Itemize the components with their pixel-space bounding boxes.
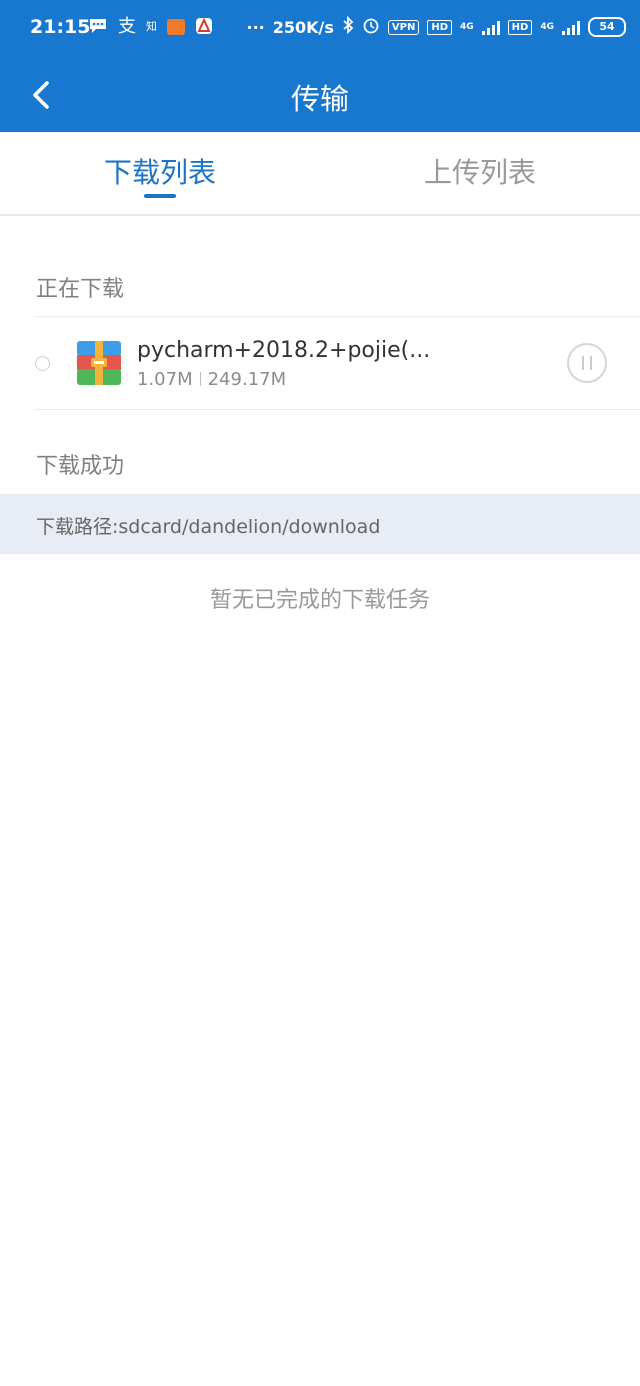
completed-section-title: 下载成功 [36,454,125,479]
vpn-badge: VPN [387,19,420,35]
alarm-icon [362,16,380,38]
empty-state-text: 暂无已完成的下载任务 [209,588,430,613]
tab-bar: 下载列表 上传列表 [0,132,640,216]
taobao-icon [167,19,185,35]
downloaded-size: 1.07M [137,369,193,390]
more-indicator: ··· [246,17,265,37]
signal-icon-1 [481,19,500,35]
tab-upload-list[interactable]: 上传列表 [320,132,640,214]
zhihu-icon: 知 [146,20,157,33]
download-item[interactable]: pycharm+2018.2+pojie(... 1.07M 249.17M [0,316,640,410]
download-path-label: 下载路径: [36,516,119,538]
total-size: 249.17M [207,369,287,390]
notification-icons: 支 知 [88,17,213,37]
status-right: ··· 250K/s VPN HD 4G HD 4G 54 [246,15,626,38]
file-size-info: 1.07M 249.17M [137,369,286,390]
archive-icon [77,341,121,385]
file-name: pycharm+2018.2+pojie(... [137,338,431,363]
bluetooth-icon [342,15,354,38]
download-path-value: sdcard/dandelion/download [118,516,381,538]
hd-badge-2: HD [507,19,533,35]
signal-icon-2 [562,19,580,35]
downloading-section-title: 正在下载 [36,277,125,302]
battery-icon: 54 [588,17,626,37]
alipay-icon: 支 [118,16,136,37]
download-path-bar: 下载路径:sdcard/dandelion/download [0,494,640,554]
network-type-1: 4G [460,22,474,32]
select-radio[interactable] [35,356,50,371]
divider [34,316,640,317]
app-bar: 传输 [0,58,640,132]
app-a-icon [195,17,213,37]
hd-badge-1: HD [427,19,453,35]
download-path: 下载路径:sdcard/dandelion/download [36,512,380,539]
network-speed: 250K/s [272,17,334,37]
tab-download-list[interactable]: 下载列表 [0,132,320,214]
network-type-2: 4G [540,22,554,32]
page-title: 传输 [290,82,349,116]
meta-separator [199,372,201,386]
status-bar: 21:15 支 知 ··· 250K/s VPN HD 4G HD 4G 54 [0,0,640,58]
status-time: 21:15 [30,16,91,38]
tab-active-indicator [144,194,176,198]
pause-button[interactable] [567,343,607,383]
divider [34,409,640,410]
message-icon [88,17,108,37]
